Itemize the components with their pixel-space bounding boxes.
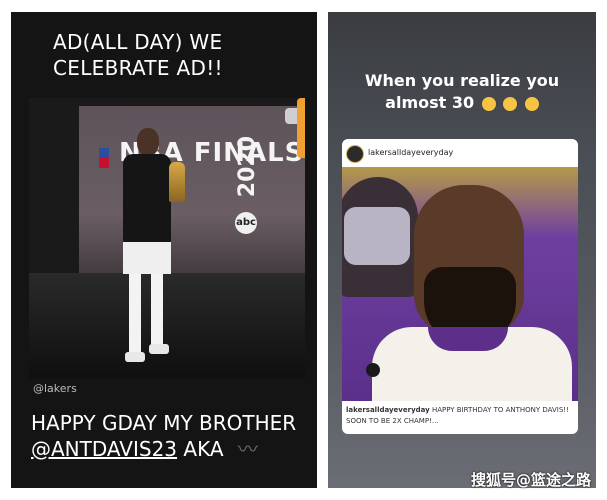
post-caption-user[interactable]: lakersalldayeveryday bbox=[346, 406, 430, 414]
player-shoe bbox=[149, 344, 169, 354]
right-story-panel: When you realize you almost 30 lakersall… bbox=[328, 12, 596, 488]
jersey-collar bbox=[428, 327, 508, 351]
story-caption-right: When you realize you almost 30 bbox=[334, 70, 590, 114]
laughing-emoji-icon bbox=[524, 96, 539, 111]
player-figure bbox=[111, 128, 185, 378]
left-story-panel: AD(ALL DAY) WE CELEBRATE AD!! NBA FINALS… bbox=[11, 12, 317, 488]
embedded-post-card[interactable]: lakersalldayeveryday lakersalldayeveryda… bbox=[342, 139, 578, 434]
credit-mention[interactable]: @lakers bbox=[33, 382, 77, 395]
player-leg bbox=[151, 274, 163, 346]
story-caption-bottom: HAPPY GDAY MY BROTHER @ANTDAVIS23 AKA 〰 bbox=[31, 410, 311, 462]
post-header: lakersalldayeveryday bbox=[342, 139, 578, 167]
post-image bbox=[342, 167, 578, 401]
player-shorts bbox=[123, 242, 171, 274]
laughing-emoji-icon bbox=[503, 96, 518, 111]
jersey-patch bbox=[366, 363, 380, 377]
face-mask bbox=[344, 207, 410, 265]
finals-photo: NBA FINALS 2020 abc bbox=[29, 98, 305, 378]
avatar[interactable] bbox=[346, 145, 364, 163]
player-shirt bbox=[123, 154, 171, 244]
finals-year-text: 2020 bbox=[235, 136, 260, 198]
caption-line-2: @ANTDAVIS23 AKA 〰 bbox=[31, 436, 311, 462]
nba-logo-icon bbox=[99, 148, 109, 168]
player-leg bbox=[129, 274, 141, 354]
player-head bbox=[137, 128, 159, 156]
caption-line-1: HAPPY GDAY MY BROTHER bbox=[31, 411, 297, 435]
watermark: 搜狐号@篮途之路 bbox=[470, 471, 591, 489]
post-caption: lakersalldayeveryday HAPPY BIRTHDAY TO A… bbox=[346, 405, 572, 427]
wave-icon: 〰 bbox=[237, 437, 258, 461]
orange-tab bbox=[297, 98, 305, 158]
story-caption-top: AD(ALL DAY) WE CELEBRATE AD!! bbox=[53, 30, 223, 80]
trophy-icon bbox=[169, 162, 185, 202]
post-username[interactable]: lakersalldayeveryday bbox=[368, 148, 453, 157]
abc-logo: abc bbox=[235, 212, 257, 234]
caption-suffix: AKA bbox=[183, 437, 224, 461]
laughing-emoji-icon bbox=[481, 96, 496, 111]
mention-link[interactable]: @ANTDAVIS23 bbox=[31, 437, 177, 461]
player-shoe bbox=[125, 352, 145, 362]
